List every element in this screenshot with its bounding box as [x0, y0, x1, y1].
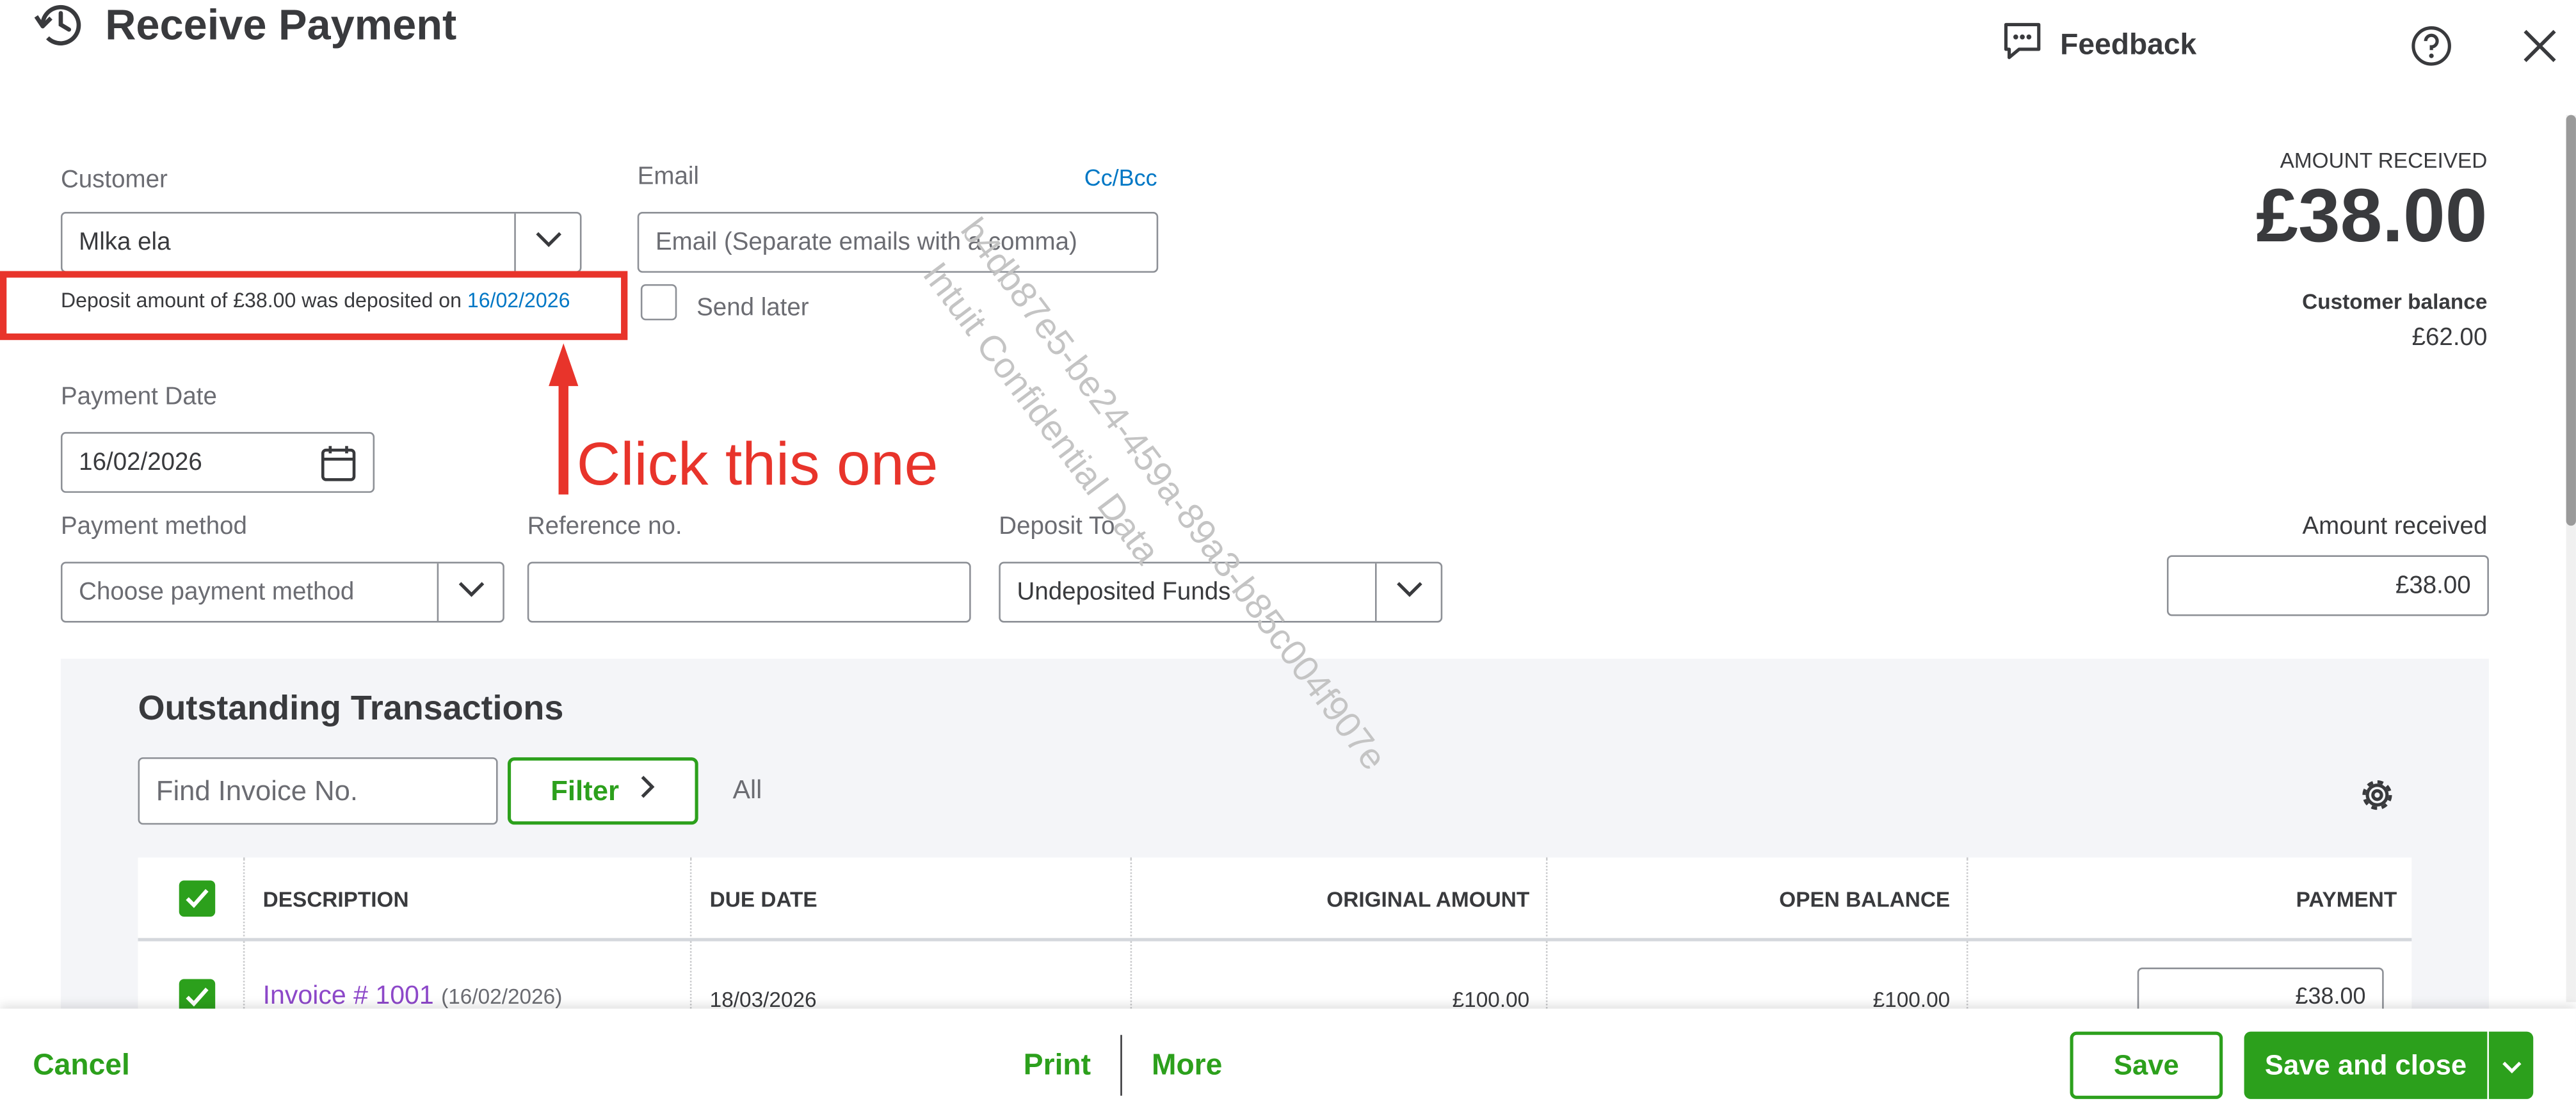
deposit-to-label: Deposit To — [999, 512, 1115, 541]
help-icon[interactable] — [2410, 24, 2453, 76]
customer-dropdown-button[interactable] — [514, 213, 580, 271]
row-description: Invoice # 1001 (16/02/2026) — [263, 983, 563, 1012]
email-placeholder: Email (Separate emails with a comma) — [655, 228, 1077, 257]
customer-balance-label: Customer balance — [2302, 289, 2488, 314]
payment-method-label: Payment method — [60, 512, 247, 541]
send-later-checkbox[interactable] — [640, 284, 677, 321]
customer-value: Mlka ela — [79, 228, 171, 257]
customer-balance-value: £62.00 — [2411, 323, 2488, 352]
payment-date-input[interactable]: 16/02/2026 — [60, 431, 375, 493]
invoice-link[interactable]: Invoice # 1001 — [263, 983, 434, 1011]
payment-method-placeholder: Choose payment method — [79, 578, 355, 606]
feedback-icon — [2001, 20, 2044, 71]
select-all-checkbox[interactable] — [179, 880, 216, 917]
deposit-to-dropdown-button[interactable] — [1374, 563, 1441, 622]
deposit-date-link[interactable]: 16/02/2026 — [467, 289, 570, 312]
column-header-payment[interactable]: PAYMENT — [2296, 887, 2397, 912]
chevron-right-icon — [639, 774, 656, 808]
print-button[interactable]: Print — [1024, 1048, 1091, 1082]
customer-select[interactable]: Mlka ela — [60, 212, 582, 273]
email-label: Email — [637, 163, 700, 191]
deposit-note: Deposit amount of £38.00 was deposited o… — [61, 289, 570, 312]
reference-input[interactable] — [527, 561, 971, 623]
feedback-label: Feedback — [2060, 28, 2197, 61]
reference-label: Reference no. — [527, 512, 682, 541]
payment-date-value: 16/02/2026 — [79, 448, 202, 477]
column-header-original-amount[interactable]: ORIGINAL AMOUNT — [1326, 887, 1529, 912]
chevron-down-icon — [456, 578, 485, 606]
invoice-date: (16/02/2026) — [441, 984, 563, 1009]
filter-all-label: All — [732, 776, 762, 805]
row-payment-value: £38.00 — [2295, 982, 2366, 1009]
amount-received-heading: AMOUNT RECEIVED — [2280, 147, 2488, 173]
scrollbar-thumb[interactable] — [2566, 115, 2576, 526]
chevron-down-icon — [533, 229, 563, 257]
outstanding-title: Outstanding Transactions — [138, 689, 564, 728]
invoice-search-input[interactable]: Find Invoice No. — [138, 757, 498, 825]
amount-received-total: £38.00 — [2256, 172, 2488, 258]
more-button[interactable]: More — [1152, 1048, 1222, 1082]
send-later-label: Send later — [696, 294, 809, 322]
save-and-close-button[interactable]: Save and close — [2244, 1031, 2488, 1099]
footer-divider — [1120, 1034, 1122, 1096]
payment-method-dropdown-button[interactable] — [437, 563, 503, 622]
amount-received-input[interactable]: £38.00 — [2166, 555, 2489, 616]
cancel-button[interactable]: Cancel — [33, 1048, 129, 1082]
column-header-due-date[interactable]: DUE DATE — [710, 887, 817, 912]
invoice-search-placeholder: Find Invoice No. — [156, 775, 358, 806]
close-icon[interactable] — [2520, 26, 2560, 74]
deposit-to-select[interactable]: Undeposited Funds — [999, 561, 1443, 623]
save-options-dropdown[interactable] — [2488, 1031, 2534, 1099]
cc-bcc-link[interactable]: Cc/Bcc — [1084, 165, 1157, 191]
deposit-to-value: Undeposited Funds — [1017, 578, 1231, 606]
column-header-description[interactable]: DESCRIPTION — [263, 887, 409, 912]
calendar-icon[interactable] — [320, 444, 356, 490]
amount-received-input-value: £38.00 — [2395, 572, 2471, 600]
feedback-button[interactable]: Feedback — [2001, 20, 2197, 71]
payment-date-label: Payment Date — [60, 382, 217, 411]
filter-button[interactable]: Filter — [507, 757, 698, 825]
amount-received-label: Amount received — [2302, 512, 2488, 541]
page-title: Receive Payment — [105, 0, 457, 49]
customer-label: Customer — [60, 166, 168, 194]
scrollbar-track[interactable] — [2566, 115, 2576, 1002]
deposit-note-text: Deposit amount of £38.00 was deposited o… — [60, 289, 462, 312]
chevron-down-icon — [1394, 578, 1424, 606]
column-header-open-balance[interactable]: OPEN BALANCE — [1779, 887, 1950, 912]
filter-label: Filter — [551, 775, 619, 806]
save-button[interactable]: Save — [2070, 1031, 2223, 1099]
receive-payment-dialog: Receive Payment Feedback Customer Mlka e… — [0, 0, 2576, 1117]
history-icon[interactable] — [33, 0, 88, 61]
annotation-text: Click this one — [576, 430, 938, 498]
gear-icon[interactable] — [2356, 774, 2399, 825]
payment-method-select[interactable]: Choose payment method — [60, 561, 504, 623]
chevron-down-icon — [2501, 1049, 2521, 1082]
email-input[interactable]: Email (Separate emails with a comma) — [637, 212, 1159, 273]
